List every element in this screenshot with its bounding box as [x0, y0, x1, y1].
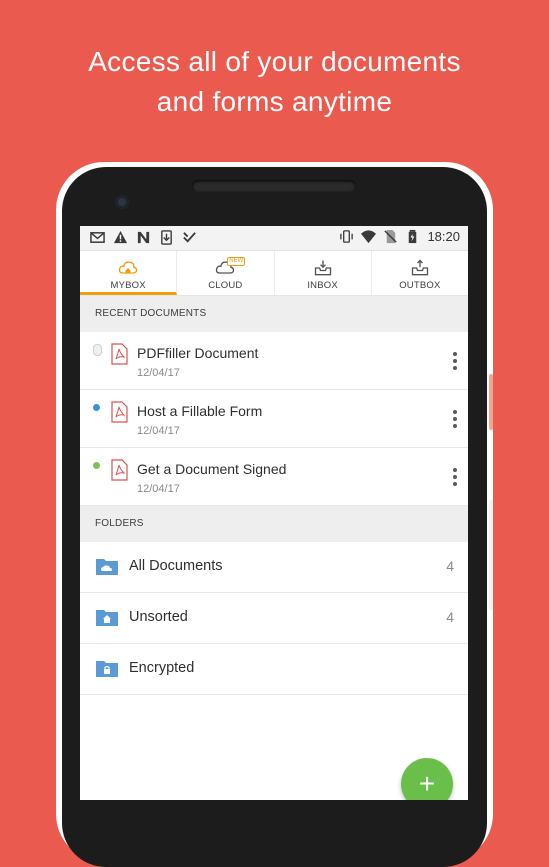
- check-icon: [183, 232, 196, 243]
- wifi-icon: [361, 230, 377, 244]
- tab-mybox-label: MYBOX: [110, 280, 146, 291]
- n-icon: [137, 231, 150, 244]
- status-dot: [93, 344, 102, 356]
- gmail-icon: [90, 232, 105, 243]
- headline-line-2: and forms anytime: [156, 86, 393, 117]
- folders-header: FOLDERS: [80, 506, 468, 542]
- volume-button: [489, 374, 493, 430]
- list-item-document[interactable]: PDFfiller Document 12/04/17: [80, 332, 468, 390]
- tab-outbox-label: OUTBOX: [399, 280, 441, 291]
- battery-icon: [409, 229, 417, 244]
- cloud-home-icon: [118, 261, 138, 274]
- vibrate-icon: [340, 230, 354, 243]
- folder-item-encrypted[interactable]: Encrypted: [80, 644, 468, 695]
- home-folder-icon: [96, 610, 118, 626]
- no-sim-icon: [384, 229, 398, 244]
- folder-item-unsorted[interactable]: Unsorted 4: [80, 593, 468, 644]
- document-title: PDFfiller Document: [137, 345, 259, 361]
- folder-name: All Documents: [129, 558, 223, 574]
- download-icon: [161, 230, 172, 245]
- tab-outbox[interactable]: OUTBOX: [372, 251, 468, 295]
- lock-folder-icon: [96, 661, 118, 677]
- list-item-document[interactable]: Host a Fillable Form 12/04/17: [80, 390, 468, 448]
- status-bar: 18:20: [80, 226, 468, 251]
- headline-line-1: Access all of your documents: [88, 46, 461, 77]
- pdf-file-icon: [111, 343, 128, 365]
- tab-inbox-label: INBOX: [307, 280, 338, 291]
- status-dot: [93, 404, 100, 411]
- phone-camera: [115, 195, 129, 209]
- document-title: Host a Fillable Form: [137, 403, 263, 419]
- pdf-file-icon: [111, 459, 128, 481]
- recent-documents-header: RECENT DOCUMENTS: [80, 296, 468, 332]
- list-item-document[interactable]: Get a Document Signed 12/04/17: [80, 448, 468, 506]
- outbox-icon: [411, 259, 429, 276]
- folder-count: 4: [446, 609, 454, 625]
- document-date: 12/04/17: [137, 367, 180, 379]
- new-badge: NEW: [227, 257, 246, 266]
- add-button[interactable]: +: [401, 758, 453, 800]
- app-screen: 18:20 MYBOX NEW CLOUD INBOX OUTBOX RECEN…: [80, 226, 468, 800]
- folder-name: Unsorted: [129, 609, 188, 625]
- tab-cloud[interactable]: NEW CLOUD: [177, 251, 275, 295]
- document-date: 12/04/17: [137, 425, 180, 437]
- folder-count: 4: [446, 558, 454, 574]
- phone-speaker: [192, 180, 356, 192]
- cloud-folder-icon: [96, 559, 118, 575]
- inbox-icon: [314, 260, 331, 276]
- more-options-icon[interactable]: [452, 468, 458, 486]
- document-title: Get a Document Signed: [137, 461, 287, 477]
- tab-mybox[interactable]: MYBOX: [80, 251, 178, 295]
- status-time: 18:20: [427, 229, 460, 244]
- more-options-icon[interactable]: [452, 410, 458, 428]
- tab-inbox[interactable]: INBOX: [275, 251, 372, 295]
- headline: Access all of your documents and forms a…: [0, 42, 549, 122]
- tab-bar: MYBOX NEW CLOUD INBOX OUTBOX: [80, 251, 468, 296]
- document-date: 12/04/17: [137, 483, 180, 495]
- folder-item-all-documents[interactable]: All Documents 4: [80, 542, 468, 593]
- pdf-file-icon: [111, 401, 128, 423]
- warning-icon: [113, 230, 128, 244]
- folder-name: Encrypted: [129, 660, 195, 676]
- more-options-icon[interactable]: [452, 352, 458, 370]
- tab-cloud-label: CLOUD: [208, 280, 243, 291]
- power-button: [489, 500, 493, 610]
- status-dot: [93, 462, 100, 469]
